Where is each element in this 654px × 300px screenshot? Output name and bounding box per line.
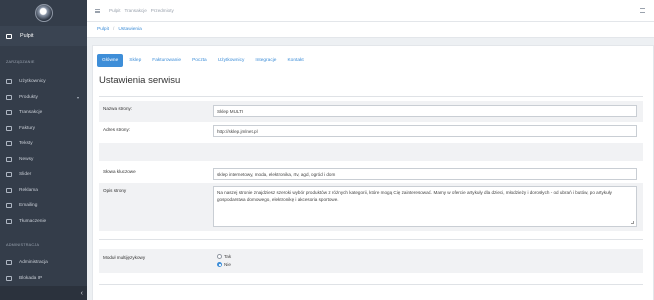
users-icon	[6, 79, 12, 85]
multilang-label: Moduł multijęzykowy	[103, 255, 146, 260]
settings-card: Główne Sklep Fakturowanie Poczta Użytkow…	[92, 45, 654, 300]
sidebar-item-users[interactable]: Użytkownicy	[0, 74, 87, 90]
resize-handle[interactable]	[631, 221, 634, 224]
hamburger-icon[interactable]	[95, 8, 100, 13]
page-title: Ustawienia serwisu	[99, 75, 181, 86]
store-url-input[interactable]: http://sklep.jmlnet.pl	[213, 125, 637, 137]
breadcrumb-separator: /	[113, 27, 115, 32]
sidebar-collapse-button[interactable]: ‹	[0, 286, 87, 300]
topbar: Pulpit Transakcje Przedmioty	[87, 0, 654, 22]
sidebar-item-pulpit[interactable]: Pulpit	[0, 26, 87, 46]
chevron-down-icon: ▾	[76, 94, 79, 100]
topbar-link-transactions[interactable]: Transakcje	[125, 8, 147, 13]
form-row-keywords: Słowa kluczowe sklep internetowy, moda, …	[99, 164, 643, 183]
breadcrumb-current[interactable]: Ustawienia	[118, 27, 141, 32]
topbar-link-products[interactable]: Przedmioty	[151, 8, 174, 13]
tab-main[interactable]: Główne	[97, 53, 124, 67]
radio-button-selected[interactable]	[217, 262, 222, 267]
avatar	[34, 4, 53, 22]
tab-shop[interactable]: Sklep	[124, 54, 146, 67]
divider	[99, 96, 643, 97]
text-icon	[6, 141, 12, 147]
tab-invoicing[interactable]: Fakturowanie	[147, 54, 186, 67]
translate-icon	[6, 218, 12, 224]
description-label: Opis strony	[103, 188, 127, 193]
multilang-radio-yes[interactable]: Tak	[217, 254, 231, 259]
divider	[99, 284, 643, 285]
breadcrumb-home[interactable]: Pulpit	[97, 27, 109, 32]
chevron-left-icon: ‹	[80, 289, 83, 297]
sidebar-section-manage: ZARZĄDZANIE	[6, 60, 35, 64]
topbar-link-pulpit[interactable]: Pulpit	[109, 8, 121, 13]
news-icon	[6, 156, 12, 162]
menu-icon[interactable]	[640, 8, 645, 13]
description-text: Na naszej stronie znajdziesz szeroki wyb…	[217, 190, 612, 202]
sidebar-item-news[interactable]: Newsy	[0, 152, 87, 168]
description-textarea[interactable]: Na naszej stronie znajdziesz szeroki wyb…	[213, 186, 637, 227]
tab-mail[interactable]: Poczta	[187, 54, 212, 67]
store-url-label: Adres strony:	[103, 127, 131, 132]
sidebar-item-ip-block[interactable]: Blokada IP	[0, 271, 87, 287]
multilang-radio-no[interactable]: Nie	[217, 262, 231, 267]
store-name-label: Nazwa strony:	[103, 106, 133, 111]
tabs: Główne Sklep Fakturowanie Poczta Użytkow…	[93, 46, 653, 68]
logo[interactable]	[0, 0, 87, 26]
sidebar: Pulpit ZARZĄDZANIE Użytkownicy Produkty ▾…	[0, 0, 87, 300]
sidebar-item-emailing[interactable]: Emailing	[0, 198, 87, 214]
store-name-input[interactable]: Sklep MULTI	[213, 105, 637, 117]
form-row-store-url: Adres strony: http://sklep.jmlnet.pl	[99, 122, 643, 143]
sidebar-item-products[interactable]: Produkty ▾	[0, 90, 87, 106]
box-icon	[6, 94, 12, 100]
tab-contact[interactable]: Kontakt	[282, 54, 308, 67]
invoice-icon	[6, 125, 12, 131]
radio-button[interactable]	[217, 254, 222, 259]
sidebar-item-invoices[interactable]: Faktury	[0, 121, 87, 137]
form-row-multilang: Moduł multijęzykowy Tak Nie	[99, 249, 643, 273]
form-row-description: Opis strony Na naszej stronie znajdziesz…	[99, 183, 643, 231]
tab-integrations[interactable]: Integracje	[250, 54, 281, 67]
divider	[99, 239, 643, 240]
block-icon	[6, 275, 12, 281]
transactions-icon	[6, 110, 12, 116]
sidebar-item-texts[interactable]: Teksty	[0, 136, 87, 152]
keywords-input[interactable]: sklep internetowy, moda, elektronika, rt…	[213, 168, 637, 180]
slider-icon	[6, 172, 12, 178]
home-icon	[6, 33, 12, 39]
sidebar-item-slider[interactable]: Slider	[0, 167, 87, 183]
form-row-spacer	[99, 143, 643, 161]
breadcrumb: Pulpit / Ustawienia	[87, 22, 654, 38]
sidebar-item-translation[interactable]: Tłumaczenie	[0, 214, 87, 230]
form-row-store-name: Nazwa strony: Sklep MULTI	[99, 101, 643, 122]
sidebar-section-admin: ADMINISTRACJA	[6, 243, 40, 247]
sidebar-item-label: Pulpit	[20, 33, 34, 39]
tab-users[interactable]: Użytkownicy	[213, 54, 250, 67]
sidebar-item-transactions[interactable]: Transakcje	[0, 105, 87, 121]
sidebar-item-ads[interactable]: Reklama	[0, 183, 87, 199]
ads-icon	[6, 187, 12, 193]
sidebar-item-administration[interactable]: Administracja	[0, 255, 87, 271]
mail-icon	[6, 203, 12, 209]
keywords-label: Słowa kluczowe	[103, 169, 136, 174]
admin-icon	[6, 260, 12, 266]
